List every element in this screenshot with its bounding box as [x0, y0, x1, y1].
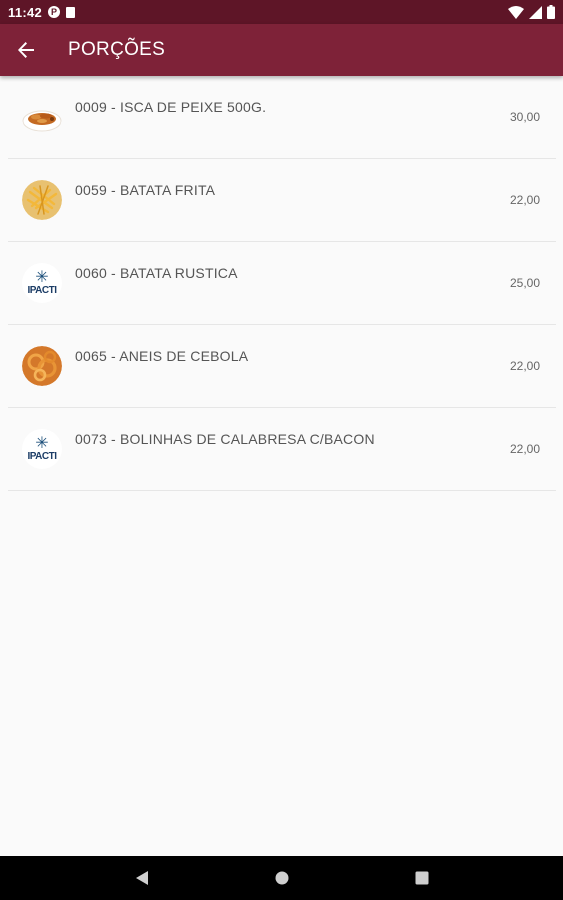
- item-name: 0009 - ISCA DE PEIXE 500G.: [75, 99, 267, 115]
- status-bar: 11:42 P: [0, 0, 563, 24]
- item-price: 22,00: [509, 442, 540, 456]
- nav-back-button[interactable]: [122, 858, 162, 898]
- signal-icon: [529, 5, 542, 19]
- list-item[interactable]: 0065 - ANEIS DE CEBOLA 22,00: [8, 325, 556, 408]
- notification-doc-icon: [66, 6, 76, 18]
- item-price: 22,00: [509, 193, 540, 207]
- french-fries-image: [22, 180, 62, 220]
- impacto-logo-image: ✳ IPACTI: [22, 263, 62, 303]
- notification-app-icon: P: [48, 6, 61, 18]
- list-item[interactable]: ✳ IPACTI 0060 - BATATA RUSTICA 25,00: [8, 242, 556, 325]
- item-price: 25,00: [509, 276, 540, 290]
- nav-home-button[interactable]: [262, 858, 302, 898]
- triangle-back-icon: [135, 871, 148, 885]
- product-list: 0009 - ISCA DE PEIXE 500G. 30,00 0059 - …: [8, 76, 556, 491]
- item-name: 0065 - ANEIS DE CEBOLA: [75, 348, 249, 364]
- onion-rings-image: [22, 346, 62, 386]
- back-button[interactable]: [0, 24, 52, 76]
- page-title: PORÇÕES: [68, 39, 166, 60]
- list-item[interactable]: ✳ IPACTI 0073 - BOLINHAS DE CALABRESA C/…: [8, 408, 556, 491]
- star-icon: ✳: [35, 434, 49, 452]
- item-name: 0073 - BOLINHAS DE CALABRESA C/BACON: [75, 431, 375, 447]
- list-item[interactable]: 0059 - BATATA FRITA 22,00: [8, 159, 556, 242]
- item-name: 0060 - BATATA RUSTICA: [75, 265, 238, 281]
- square-recents-icon: [415, 871, 428, 885]
- item-price: 22,00: [509, 359, 540, 373]
- circle-home-icon: [275, 871, 288, 885]
- arrow-back-icon: [18, 42, 34, 58]
- logo-text: IPACTI: [27, 450, 57, 462]
- fish-strips-image: [22, 97, 62, 137]
- item-price: 30,00: [509, 110, 540, 124]
- app-bar: PORÇÕES: [0, 24, 563, 76]
- battery-icon: [547, 5, 555, 19]
- logo-text: IPACTI: [27, 284, 57, 296]
- wifi-icon: [508, 5, 524, 19]
- status-time: 11:42: [8, 4, 43, 20]
- list-item[interactable]: 0009 - ISCA DE PEIXE 500G. 30,00: [8, 76, 556, 159]
- star-icon: ✳: [35, 268, 49, 286]
- impacto-logo-image: ✳ IPACTI: [22, 429, 62, 469]
- system-nav-bar: [0, 856, 563, 900]
- item-name: 0059 - BATATA FRITA: [75, 182, 216, 198]
- nav-recents-button[interactable]: [402, 858, 442, 898]
